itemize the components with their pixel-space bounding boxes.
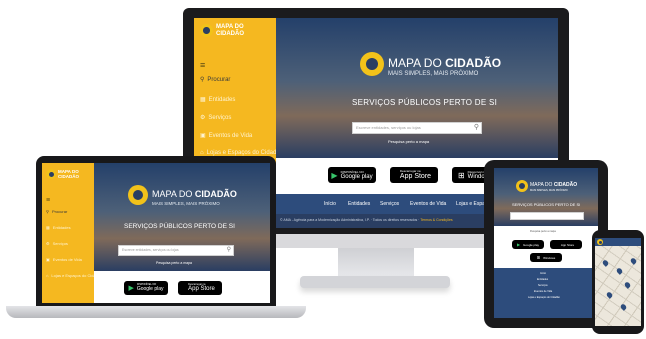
monitor-stand (338, 248, 414, 278)
store-icon: ⌂ (46, 273, 49, 278)
nav-eventos[interactable]: Eventos de Vida (410, 201, 446, 207)
tablet-screen: MAPA DO CIDADÃO MAIS SIMPLES, MAIS PRÓXI… (494, 168, 598, 318)
map-view[interactable] (595, 246, 641, 326)
hamburger-icon[interactable]: ≡ (46, 197, 50, 204)
hero-subtitle: SERVIÇOS PÚBLICOS PERTO DE SI (352, 98, 498, 107)
nav-inicio[interactable]: Início (324, 201, 336, 207)
phone-app-bar (595, 238, 641, 246)
sidebar-item-entidades[interactable]: ▦ Entidades (46, 225, 71, 230)
building-icon: ▦ (46, 225, 50, 230)
monitor-stand-base (300, 276, 450, 288)
brand-logo-icon (360, 52, 384, 76)
search-icon[interactable]: ⚲ (474, 123, 479, 131)
brand-title: MAPA DO CIDADÃO (530, 182, 578, 188)
nav-inicio[interactable]: Início (540, 272, 546, 275)
laptop-sidebar: MAPA DO CIDADÃO ≡ ⚲ Procurar ▦ Entidades ⚙… (42, 163, 102, 303)
google-play-button[interactable]: ▶ DISPONÍVEL NO Google play (124, 281, 168, 295)
windows-icon: ⊞ (536, 255, 541, 260)
nav-servicos[interactable]: Serviços (380, 201, 399, 207)
logo-pin-icon (597, 239, 603, 245)
sidebar-item-servicos[interactable]: ⚙ Serviços (46, 241, 68, 246)
search-input[interactable]: Escreve entidades, serviços ou lojas ⚲ (118, 245, 234, 256)
sidebar-logo-line1: MAPA DO (216, 24, 244, 30)
brand-tagline: MAIS SIMPLES, MAIS PRÓXIMO (388, 71, 479, 77)
google-play-icon: ▶ (128, 285, 134, 292)
app-store-button[interactable]: App Store (550, 240, 582, 249)
tablet-hero: MAPA DO CIDADÃO MAIS SIMPLES, MAIS PRÓXI… (494, 168, 598, 226)
sidebar-item-entidades[interactable]: ▦ Entidades (200, 96, 235, 104)
brand-tagline: MAIS SIMPLES, MAIS PRÓXIMO (152, 201, 220, 206)
building-icon: ▦ (200, 97, 206, 103)
calendar-icon: ▣ (200, 133, 206, 139)
sidebar-item-eventos[interactable]: ▣ Eventos de Vida (200, 132, 252, 140)
phone-screen (595, 238, 641, 326)
store-band: ▶ DISPONÍVEL NO Google play Descarregar n… (94, 271, 270, 303)
sidebar-item-servicos[interactable]: ⚙ Serviços (200, 114, 231, 122)
calendar-icon: ▣ (46, 257, 50, 262)
sidebar-logo-line2: CIDADÃO (216, 31, 244, 37)
sidebar-item-procurar[interactable]: ⚲ Procurar (200, 76, 230, 84)
search-icon: ⚲ (46, 209, 49, 214)
brand-tagline: MAIS SIMPLES, MAIS PRÓXIMO (530, 189, 568, 192)
logo-pin-icon (46, 169, 56, 179)
gear-icon: ⚙ (200, 115, 206, 121)
search-nearby-link[interactable]: Pesquisa perto a mapa (156, 261, 192, 265)
search-input[interactable] (510, 212, 584, 220)
google-play-button[interactable]: ▶ Google play (512, 240, 544, 249)
hero-subtitle: SERVIÇOS PÚBLICOS PERTO DE SI (124, 223, 235, 230)
app-store-button[interactable]: Descarregar na App Store (390, 167, 438, 183)
nav-eventos[interactable]: Eventos de Vida (534, 290, 552, 293)
sidebar-logo: MAPA DO CIDADÃO (216, 24, 244, 38)
nav-servicos[interactable]: Serviços (538, 284, 548, 287)
nav-lojas[interactable]: Lojas e Espaços do Cidadão (528, 296, 560, 299)
brand-logo-icon (128, 185, 148, 205)
terms-link[interactable]: Termos & Condições (420, 218, 452, 222)
laptop-hero: MAPA DO CIDADÃO MAIS SIMPLES, MAIS PRÓXI… (94, 163, 270, 271)
google-play-icon: ▶ (331, 170, 338, 180)
nav-lojas[interactable]: Lojas e Espa (456, 201, 485, 207)
search-icon[interactable]: ⚲ (227, 246, 231, 253)
hero-banner: MAPA DO CIDADÃO MAIS SIMPLES, MAIS PRÓXI… (276, 18, 558, 158)
brand-logo-icon (516, 180, 528, 192)
brand-title: MAPA DO CIDADÃO (152, 189, 237, 199)
sidebar-item-procurar[interactable]: ⚲ Procurar (46, 209, 67, 214)
gear-icon: ⚙ (46, 241, 50, 246)
google-play-button[interactable]: ▶ DISPONÍVEL NO Google play (328, 167, 376, 183)
brand-title: MAPA DO CIDADÃO (388, 56, 502, 70)
search-nearby-link[interactable]: Pesquisa perto a mapa (530, 230, 556, 233)
search-input[interactable]: Escreve entidades, serviços ou lojas ⚲ (352, 122, 482, 134)
laptop-screen: MAPA DO CIDADÃO ≡ ⚲ Procurar ▦ Entidades ⚙… (42, 163, 270, 303)
nav-entidades[interactable]: Entidades (537, 278, 548, 281)
logo-pin-icon (200, 24, 213, 37)
sidebar-item-eventos[interactable]: ▣ Eventos de Vida (46, 257, 82, 262)
nav-entidades[interactable]: Entidades (348, 201, 370, 207)
windows-store-button[interactable]: ⊞ Windows (530, 253, 562, 262)
sidebar-logo: MAPA DO CIDADÃO (58, 169, 79, 179)
hamburger-icon[interactable]: ≡ (200, 60, 205, 70)
search-icon: ⚲ (200, 77, 205, 83)
app-store-button[interactable]: Descarregar na App Store (178, 281, 222, 295)
hero-subtitle: SERVIÇOS PÚBLICOS PERTO DE SI (512, 202, 581, 207)
store-band: Pesquisa perto a mapa ▶ Google play App S… (494, 226, 598, 268)
laptop-base (6, 306, 306, 318)
windows-icon: ⊞ (457, 170, 465, 180)
google-play-icon: ▶ (516, 242, 521, 247)
tablet-nav: Início Entidades Serviços Eventos de Vid… (494, 268, 598, 318)
search-nearby-link[interactable]: Pesquisa perto a mapa (388, 139, 429, 144)
footer-text: © AMA - Agência para a Modernização Admi… (280, 218, 453, 222)
